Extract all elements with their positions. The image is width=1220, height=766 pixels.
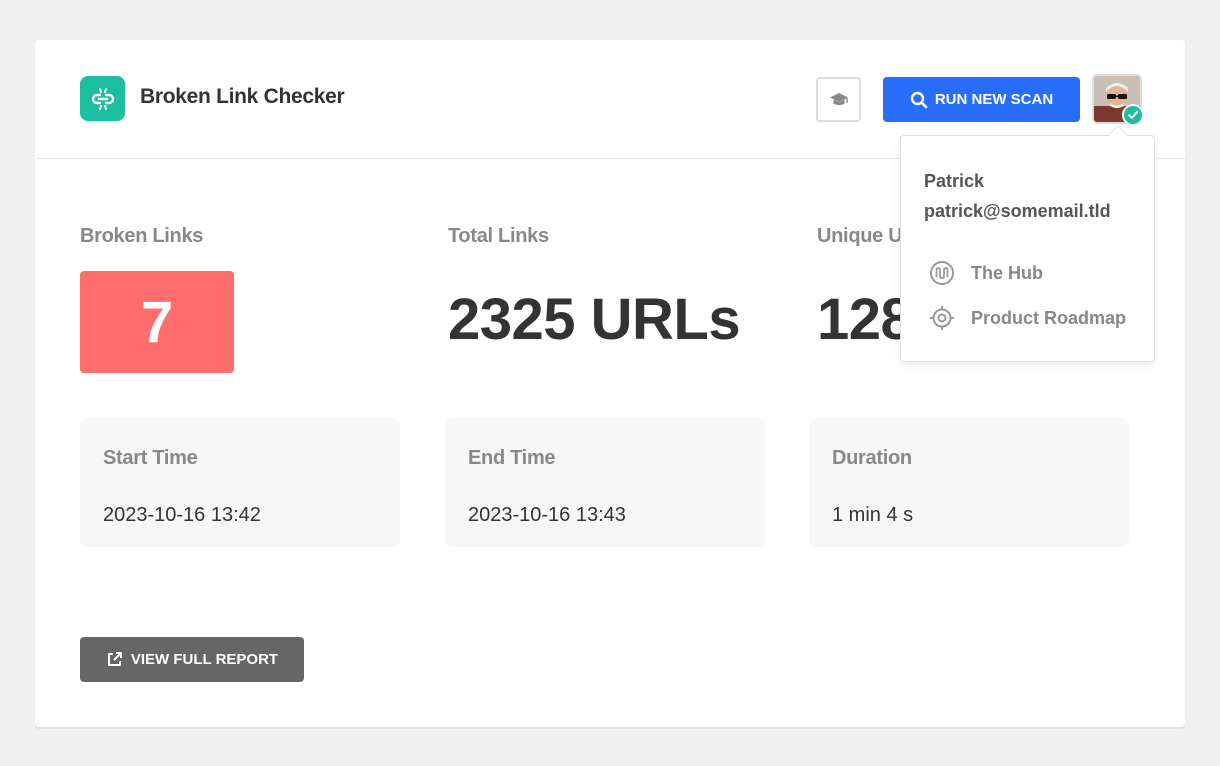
search-icon [910, 91, 928, 108]
avatar-status-badge [1122, 104, 1144, 126]
broken-link-icon [91, 87, 114, 110]
menu-item-the-hub[interactable]: The Hub [929, 260, 1043, 286]
check-icon [1128, 111, 1138, 119]
end-time-label: End Time [468, 447, 556, 469]
duration-label: Duration [832, 447, 912, 469]
start-time-label: Start Time [103, 447, 198, 469]
broken-links-count: 7 [80, 271, 234, 373]
duration-card: Duration 1 min 4 s [809, 418, 1129, 547]
view-full-report-label: VIEW FULL REPORT [130, 651, 279, 668]
app-logo [80, 76, 125, 121]
target-icon [930, 306, 954, 330]
total-links-value: 2325 URLs [448, 287, 741, 352]
run-new-scan-label: RUN NEW SCAN [934, 91, 1054, 108]
graduation-cap-icon [829, 92, 848, 105]
unique-urls-value: 128 [817, 287, 913, 352]
duration-value: 1 min 4 s [832, 504, 914, 526]
app-title: Broken Link Checker [140, 85, 345, 108]
external-link-icon [107, 652, 122, 666]
total-links-label: Total Links [448, 225, 549, 247]
end-time-value: 2023-10-16 13:43 [468, 504, 626, 526]
user-email: patrick@somemail.tld [924, 201, 1111, 221]
avatar[interactable] [1092, 74, 1144, 126]
menu-item-product-roadmap[interactable]: Product Roadmap [929, 305, 1126, 331]
user-dropdown-menu: Patrick patrick@somemail.tld The Hub Pro… [900, 125, 1155, 362]
user-name: Patrick [924, 171, 985, 191]
menu-item-product-roadmap-label: Product Roadmap [971, 307, 1127, 328]
end-time-card: End Time 2023-10-16 13:43 [445, 418, 765, 547]
menu-item-the-hub-label: The Hub [971, 262, 1043, 283]
hub-icon [930, 261, 954, 285]
view-full-report-button[interactable]: VIEW FULL REPORT [80, 637, 304, 682]
unique-urls-label: Unique U [817, 225, 903, 247]
start-time-card: Start Time 2023-10-16 13:42 [80, 418, 400, 547]
broken-links-label: Broken Links [80, 225, 204, 247]
start-time-value: 2023-10-16 13:42 [103, 504, 261, 526]
run-new-scan-button[interactable]: RUN NEW SCAN [883, 77, 1080, 122]
tutorials-button[interactable] [816, 77, 861, 122]
